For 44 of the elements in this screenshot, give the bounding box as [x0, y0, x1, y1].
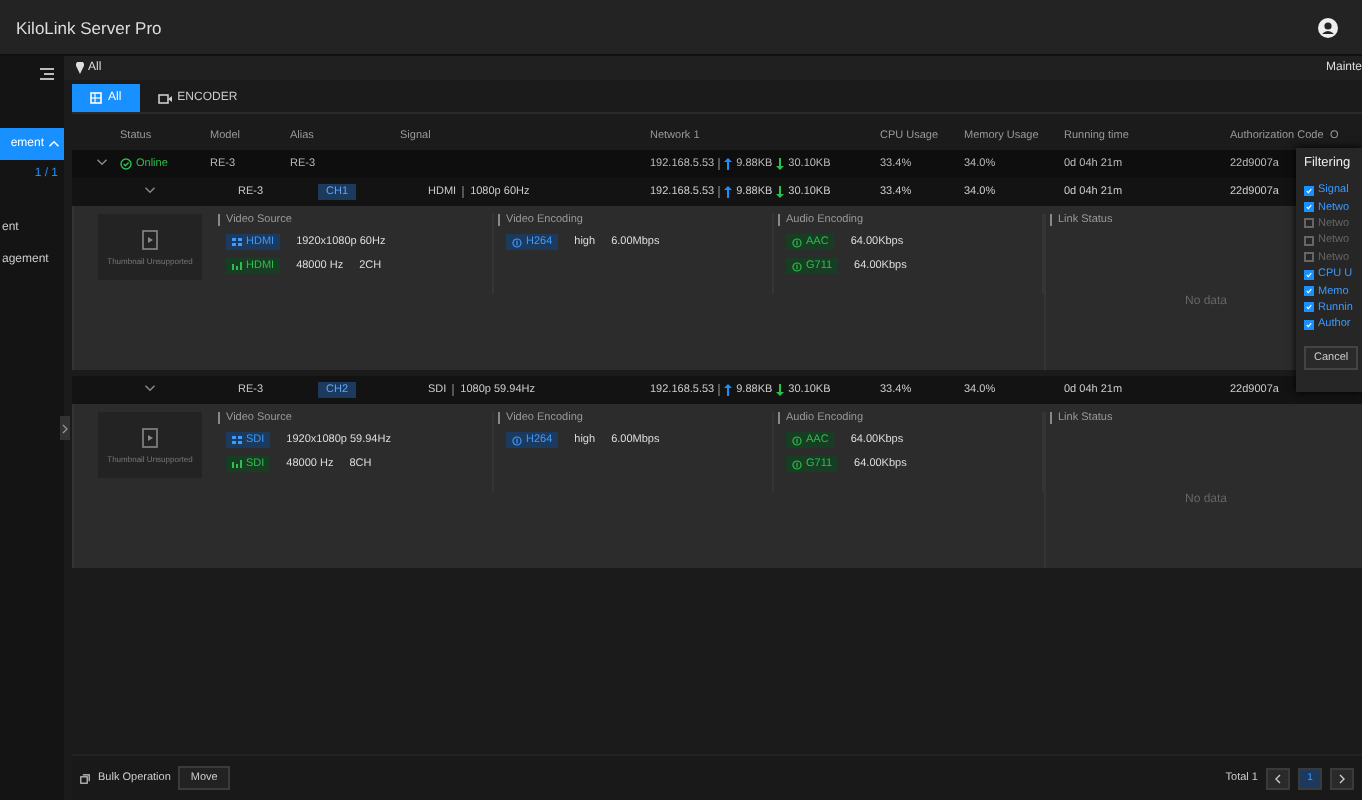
table-icon: [90, 92, 102, 104]
copy-icon[interactable]: [80, 773, 90, 783]
chevron-right-icon: [1338, 773, 1346, 783]
camera-icon: [157, 93, 172, 103]
location-pin-icon: [76, 62, 84, 74]
chevron-left-icon: [1274, 773, 1282, 783]
checkbox[interactable]: [1304, 302, 1314, 313]
upload-arrow-icon: [724, 186, 733, 198]
info-icon: [792, 435, 802, 445]
grid-icon: [232, 436, 242, 444]
caret-icon[interactable]: [144, 184, 156, 196]
caret-icon[interactable]: [144, 382, 156, 394]
checkbox[interactable]: [1304, 286, 1314, 297]
checkbox[interactable]: [1304, 218, 1314, 229]
bars-icon: [232, 460, 242, 468]
user-avatar-icon[interactable]: [1318, 17, 1338, 37]
info-icon: [792, 261, 802, 271]
upload-arrow-icon: [724, 158, 733, 170]
next-page-button[interactable]: [1330, 767, 1354, 789]
chevron-right-icon: [62, 423, 68, 433]
check-circle-icon: [120, 158, 132, 170]
previous-page-button[interactable]: [1266, 767, 1290, 789]
download-arrow-icon: [776, 158, 785, 170]
info-icon: [792, 237, 802, 247]
upload-arrow-icon: [724, 384, 733, 396]
collapse-handle[interactable]: [60, 416, 70, 440]
bars-icon: [232, 262, 242, 270]
grid-icon: [232, 238, 242, 246]
checkbox[interactable]: [1304, 202, 1314, 213]
checkbox[interactable]: [1304, 185, 1314, 196]
checkbox[interactable]: [1304, 319, 1314, 330]
info-icon: [512, 237, 522, 247]
checkbox[interactable]: [1304, 252, 1314, 263]
info-icon: [512, 435, 522, 445]
download-arrow-icon: [776, 384, 785, 396]
film-icon: [142, 427, 158, 447]
caret-icon[interactable]: [96, 156, 108, 168]
checkbox[interactable]: [1304, 235, 1314, 246]
info-icon: [792, 459, 802, 469]
checkbox[interactable]: [1304, 269, 1314, 280]
menu-icon[interactable]: [40, 68, 54, 80]
download-arrow-icon: [776, 186, 785, 198]
film-icon: [142, 229, 158, 249]
app-title: KiloLink Server Pro: [16, 17, 164, 37]
